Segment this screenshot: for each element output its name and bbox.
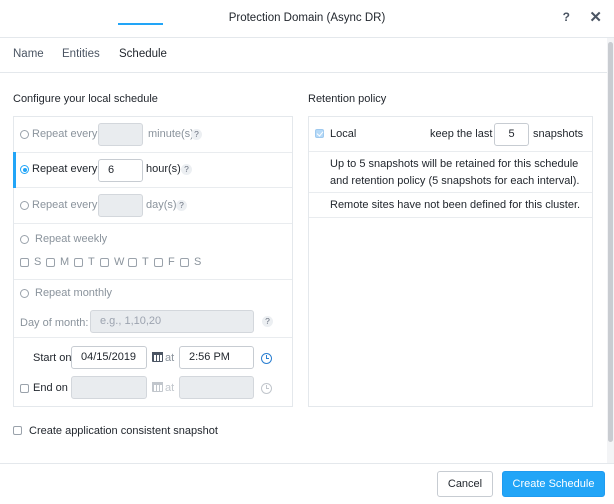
start-time-input[interactable]: 2:56 PM (179, 346, 254, 369)
day-of-month-label: Day of month: (20, 317, 89, 329)
retention-panel: Local keep the last 5 snapshots Up to 5 … (308, 116, 593, 407)
repeat-hours-radio[interactable] (20, 165, 29, 174)
repeat-days-input[interactable] (98, 194, 143, 217)
start-clock-icon[interactable] (261, 353, 272, 364)
local-schedule-panel: Repeat every minute(s) ? Repeat every 6 … (13, 116, 293, 407)
start-end-row: Start on 04/15/2019 at 2:56 PM End on at (14, 338, 292, 406)
end-on-label: End on (33, 382, 68, 394)
dialog-title: Protection Domain (Async DR) (228, 12, 386, 24)
retention-local-label: Local (330, 128, 357, 140)
repeat-days-radio[interactable] (20, 201, 29, 210)
cancel-button[interactable]: Cancel (437, 471, 493, 497)
repeat-weekly-row: Repeat weekly S M T W T F S (14, 224, 292, 280)
day-of-month-input[interactable]: e.g., 1,10,20 (90, 310, 254, 333)
repeat-hours-row: Repeat every 6 hour(s) ? (13, 152, 292, 188)
day-of-month-help-icon[interactable]: ? (262, 316, 273, 327)
repeat-minutes-unit: minute(s) (148, 128, 194, 140)
active-tab-indicator (118, 23, 163, 25)
weekday-label-fri: F (168, 256, 175, 268)
repeat-weekly-label: Repeat weekly (35, 233, 108, 245)
retention-local-row: Local keep the last 5 snapshots (309, 117, 592, 152)
retention-remote-note: Remote sites have not been defined for t… (330, 199, 581, 211)
weekday-checkbox-sat[interactable] (180, 258, 189, 267)
weekday-checkbox-wed[interactable] (100, 258, 109, 267)
repeat-minutes-input[interactable] (98, 123, 143, 146)
tab-name[interactable]: Name (13, 48, 44, 60)
retention-info-line2: and retention policy (5 snapshots for ea… (330, 175, 580, 187)
help-icon[interactable]: ? (563, 10, 570, 24)
dialog-header: Protection Domain (Async DR) ? ✕ (0, 0, 614, 38)
retention-unit-label: snapshots (533, 128, 584, 140)
days-help-icon[interactable]: ? (176, 200, 187, 211)
weekday-label-sun: S (34, 256, 42, 268)
scrollbar-thumb[interactable] (608, 42, 613, 442)
end-date-input[interactable] (71, 376, 147, 399)
repeat-minutes-row: Repeat every minute(s) ? (14, 117, 292, 153)
weekday-label-thu: T (142, 256, 149, 268)
local-schedule-title: Configure your local schedule (13, 93, 158, 105)
footer-divider (0, 463, 614, 464)
weekday-checkbox-mon[interactable] (46, 258, 55, 267)
app-consistent-checkbox[interactable] (13, 426, 22, 435)
create-schedule-button[interactable]: Create Schedule (502, 471, 605, 497)
hours-help-icon[interactable]: ? (181, 164, 192, 175)
start-on-label: Start on (33, 352, 72, 364)
retention-title: Retention policy (308, 93, 387, 105)
repeat-minutes-label: Repeat every (32, 128, 98, 140)
weekday-checkbox-sun[interactable] (20, 258, 29, 267)
repeat-days-unit: day(s) (146, 199, 177, 211)
start-at-label: at (165, 352, 175, 364)
weekday-label-tue: T (88, 256, 95, 268)
close-icon[interactable]: ✕ (589, 8, 602, 26)
repeat-weekly-radio[interactable] (20, 235, 29, 244)
weekday-label-sat: S (194, 256, 202, 268)
end-calendar-icon[interactable] (152, 382, 163, 392)
start-date-input[interactable]: 04/15/2019 (71, 346, 147, 369)
weekday-checkbox-tue[interactable] (74, 258, 83, 267)
repeat-monthly-row: Repeat monthly Day of month: e.g., 1,10,… (14, 280, 292, 338)
retention-local-checkbox[interactable] (315, 129, 324, 138)
retention-info-line1: Up to 5 snapshots will be retained for t… (330, 158, 579, 170)
repeat-days-label: Repeat every (32, 199, 98, 211)
end-time-input[interactable] (179, 376, 254, 399)
retention-keep-input[interactable]: 5 (494, 123, 529, 146)
app-consistent-label: Create application consistent snapshot (29, 425, 218, 437)
weekday-checkbox-fri[interactable] (154, 258, 163, 267)
weekday-checkbox-thu[interactable] (128, 258, 137, 267)
retention-remote-row: Remote sites have not been defined for t… (309, 193, 592, 218)
retention-keep-label: keep the last (430, 128, 493, 140)
tab-schedule[interactable]: Schedule (119, 48, 167, 60)
repeat-hours-unit: hour(s) (146, 163, 181, 175)
start-calendar-icon[interactable] (152, 352, 163, 362)
repeat-monthly-label: Repeat monthly (35, 287, 113, 299)
end-clock-icon[interactable] (261, 383, 272, 394)
repeat-hours-label: Repeat every (32, 163, 98, 175)
weekday-label-wed: W (114, 256, 125, 268)
repeat-hours-input[interactable]: 6 (98, 159, 143, 182)
repeat-minutes-radio[interactable] (20, 130, 29, 139)
tab-entities[interactable]: Entities (62, 48, 100, 60)
tab-divider (0, 72, 607, 73)
end-on-checkbox[interactable] (20, 384, 29, 393)
weekday-label-mon: M (60, 256, 70, 268)
end-at-label: at (165, 382, 175, 394)
repeat-days-row: Repeat every day(s) ? (14, 188, 292, 224)
repeat-monthly-radio[interactable] (20, 289, 29, 298)
retention-info-row: Up to 5 snapshots will be retained for t… (309, 152, 592, 193)
minutes-help-icon[interactable]: ? (191, 129, 202, 140)
